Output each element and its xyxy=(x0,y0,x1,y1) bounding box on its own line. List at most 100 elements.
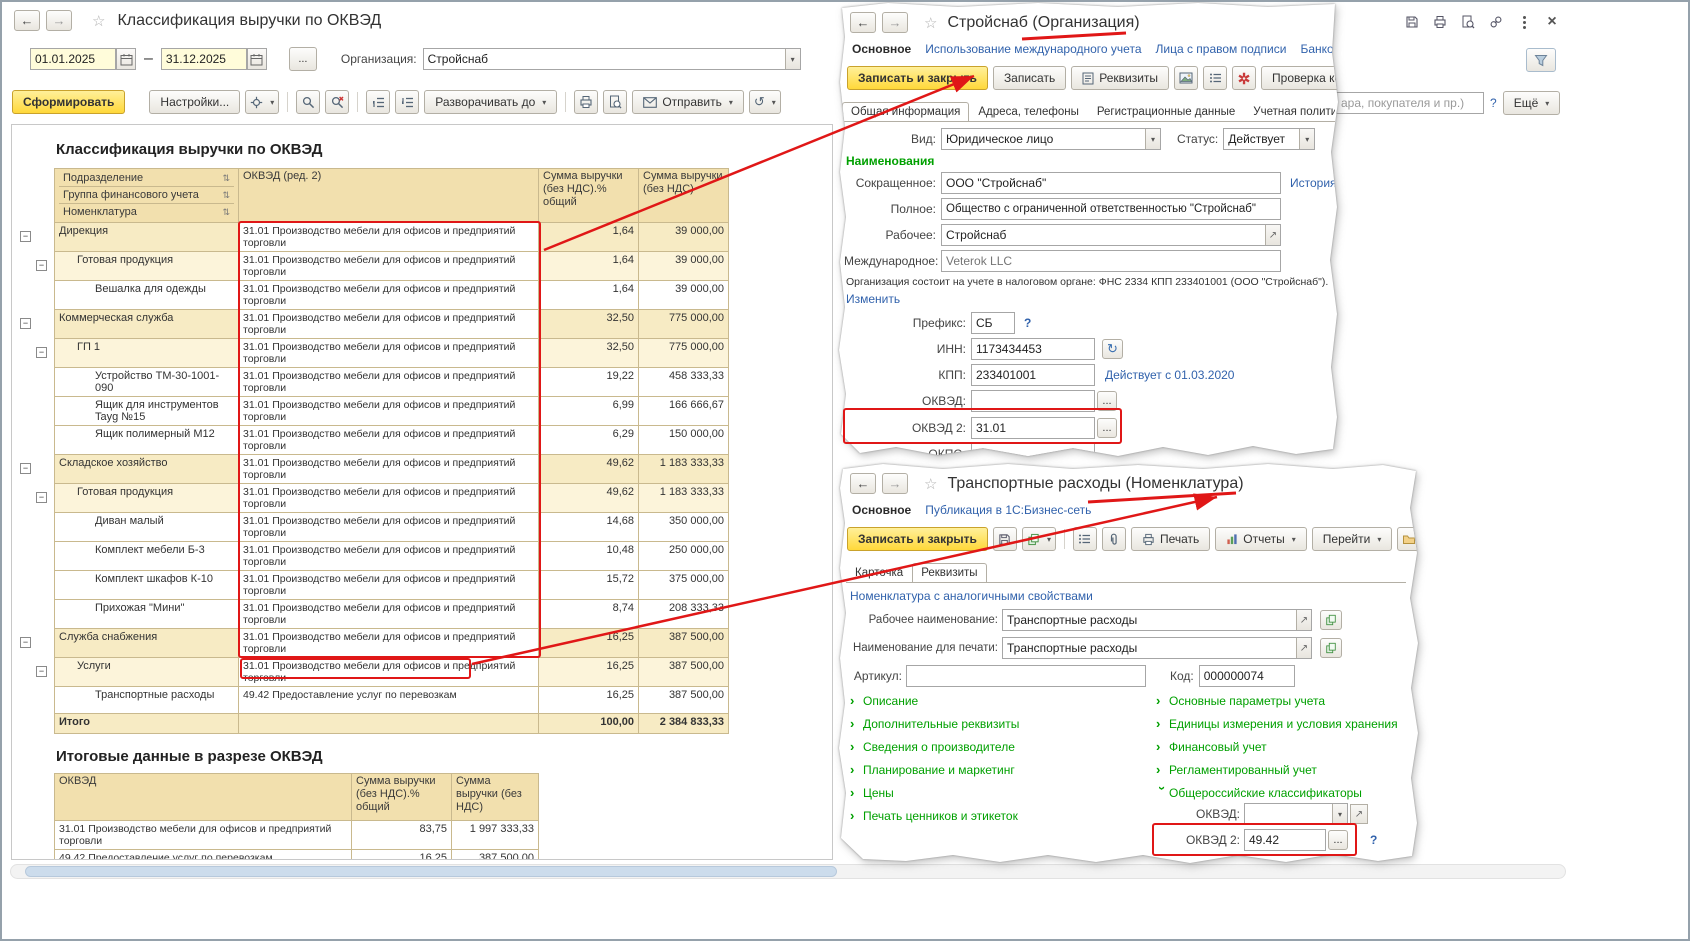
report-table-row[interactable]: Итого100,002 384 833,33 xyxy=(16,714,729,734)
section-toggle[interactable]: ›Дополнительные реквизиты xyxy=(850,712,1019,735)
report-table-row[interactable]: Устройство ТМ-30-1001-09031.01 Производс… xyxy=(16,368,729,397)
section-toggle[interactable]: ›Основные параметры учета xyxy=(1156,689,1398,712)
date-to-input[interactable] xyxy=(161,48,247,70)
more-menu-icon[interactable] xyxy=(1512,12,1536,32)
period-options-button[interactable]: ... xyxy=(289,47,317,71)
expand-to-button[interactable]: Разворачивать до▾ xyxy=(424,90,557,114)
org-nav-link[interactable]: Использование международного учета xyxy=(925,42,1141,56)
nom-code-field[interactable] xyxy=(1199,665,1295,687)
link-icon[interactable] xyxy=(1484,12,1508,32)
org-tab[interactable]: Общая информация xyxy=(842,102,969,122)
nom-list-icon-button[interactable] xyxy=(1073,527,1097,551)
sort-icon[interactable]: ⇅ xyxy=(222,189,230,202)
section-toggle[interactable]: ›Печать ценников и этикеток xyxy=(850,804,1019,827)
nom-print-name-field[interactable] xyxy=(1002,637,1312,659)
search-cancel-icon-button[interactable] xyxy=(325,90,349,114)
favorite-star-icon[interactable]: ☆ xyxy=(92,12,105,30)
nom-nav-link[interactable]: Публикация в 1С:Бизнес-сеть xyxy=(925,503,1091,517)
nom-work-name-field[interactable] xyxy=(1002,609,1312,631)
org-list-icon-button[interactable] xyxy=(1203,66,1227,90)
nom-similar-link[interactable]: Номенклатура с аналогичными свойствами xyxy=(850,589,1093,603)
collapse-icon[interactable]: − xyxy=(20,463,31,474)
nom-tab[interactable]: Карточка xyxy=(846,563,912,582)
print-icon[interactable] xyxy=(1428,12,1452,32)
open-icon[interactable]: ↗ xyxy=(1350,804,1368,824)
back-button[interactable]: ← xyxy=(14,10,40,31)
org-status-combobox[interactable]: ▾ xyxy=(1223,128,1315,150)
org-inn-field[interactable] xyxy=(971,338,1095,360)
org-requisites-button[interactable]: Реквизиты xyxy=(1071,66,1169,90)
org-full-name-field[interactable] xyxy=(941,198,1281,220)
collapse-icon[interactable]: − xyxy=(36,666,47,677)
chevron-down-icon[interactable]: ▾ xyxy=(785,49,800,69)
org-kpp-field[interactable] xyxy=(971,364,1095,386)
nom-goto-button[interactable]: Перейти▾ xyxy=(1312,527,1393,551)
repeat-report-button[interactable]: ↺▾ xyxy=(749,90,781,114)
open-icon[interactable]: ↗ xyxy=(1296,610,1311,630)
totals-table-row[interactable]: 49.42 Предоставление услуг по перевозкам… xyxy=(54,850,539,860)
report-table-row[interactable]: Транспортные расходы49.42 Предоставление… xyxy=(16,687,729,714)
report-table-row[interactable]: −Служба снабжения31.01 Производство мебе… xyxy=(16,629,729,658)
org-intl-name-field[interactable] xyxy=(941,250,1281,272)
covered-search-input[interactable] xyxy=(1336,92,1484,114)
date-to-calendar-icon[interactable] xyxy=(247,48,267,70)
report-table-row[interactable]: −Дирекция31.01 Производство мебели для о… xyxy=(16,223,729,252)
org-forward-button[interactable]: → xyxy=(882,12,908,33)
report-table-row[interactable]: −Услуги31.01 Производство мебели для офи… xyxy=(16,658,729,687)
nom-okved2-choose-button[interactable]: ... xyxy=(1328,830,1348,850)
org-files-icon-button[interactable] xyxy=(1174,66,1198,90)
nom-favorite-star-icon[interactable]: ☆ xyxy=(924,475,937,493)
sort-icon[interactable]: ⇅ xyxy=(222,172,230,185)
date-from-calendar-icon[interactable] xyxy=(116,48,136,70)
collapse-groups-icon-button[interactable] xyxy=(366,90,390,114)
org-back-button[interactable]: ← xyxy=(850,12,876,33)
org-1spark-icon-button[interactable]: ✲ xyxy=(1232,66,1256,90)
nom-tab[interactable]: Реквизиты xyxy=(912,563,986,583)
report-table-row[interactable]: Ящик полимерный М1231.01 Производство ме… xyxy=(16,426,729,455)
report-table-row[interactable]: Диван малый31.01 Производство мебели для… xyxy=(16,513,729,542)
org-tab[interactable]: Адреса, телефоны xyxy=(969,102,1087,121)
save-icon[interactable] xyxy=(1400,12,1424,32)
nom-okved-combobox[interactable]: ▾ xyxy=(1244,803,1348,825)
scrollbar-thumb[interactable] xyxy=(25,866,837,877)
report-table-row[interactable]: Прихожая "Мини"31.01 Производство мебели… xyxy=(16,600,729,629)
filter-icon-button[interactable] xyxy=(1526,48,1556,72)
section-toggle[interactable]: ›Финансовый учет xyxy=(1156,735,1398,758)
forward-button[interactable]: → xyxy=(46,10,72,31)
org-prefix-help-link[interactable]: ? xyxy=(1024,316,1031,330)
report-table-row[interactable]: −Складское хозяйство31.01 Производство м… xyxy=(16,455,729,484)
org-nav-link[interactable]: Банковские счета о xyxy=(1300,42,1338,56)
nom-nav-current[interactable]: Основное xyxy=(852,503,911,517)
report-table-row[interactable]: −Готовая продукция31.01 Производство меб… xyxy=(16,252,729,281)
collapse-icon[interactable]: − xyxy=(36,347,47,358)
report-table-row[interactable]: Комплект мебели Б-331.01 Производство ме… xyxy=(16,542,729,571)
collapse-icon[interactable]: − xyxy=(20,637,31,648)
open-icon[interactable]: ↗ xyxy=(1296,638,1311,658)
nom-save-close-button[interactable]: Записать и закрыть xyxy=(847,527,988,551)
report-table-row[interactable]: −Коммерческая служба31.01 Производство м… xyxy=(16,310,729,339)
report-table-row[interactable]: −Готовая продукция31.01 Производство меб… xyxy=(16,484,729,513)
org-okved-choose-button[interactable]: ... xyxy=(1097,391,1117,411)
collapse-icon[interactable]: − xyxy=(36,260,47,271)
org-inn-refresh-icon-button[interactable]: ↻ xyxy=(1102,339,1123,359)
nom-forward-button[interactable]: → xyxy=(882,473,908,494)
chevron-down-icon[interactable]: ▾ xyxy=(1145,129,1160,149)
settings-button[interactable]: Настройки... xyxy=(149,90,240,114)
org-working-name-field[interactable] xyxy=(941,224,1281,246)
section-toggle[interactable]: ›Сведения о производителе xyxy=(850,735,1019,758)
send-button[interactable]: Отправить▾ xyxy=(632,90,744,114)
nom-article-field[interactable] xyxy=(906,665,1146,687)
org-kpp-valid-link[interactable]: Действует с 01.03.2020 xyxy=(1105,368,1234,382)
open-icon[interactable]: ↗ xyxy=(1265,225,1280,245)
report-table-row[interactable]: Вешалка для одежды31.01 Производство меб… xyxy=(16,281,729,310)
org-okpo-field[interactable] xyxy=(971,443,1095,460)
section-toggle[interactable]: ›Общероссийские классификаторы xyxy=(1156,781,1398,804)
section-toggle[interactable]: ›Описание xyxy=(850,689,1019,712)
chevron-down-icon[interactable]: ▾ xyxy=(1299,129,1314,149)
expand-groups-icon-button[interactable] xyxy=(395,90,419,114)
chevron-down-icon[interactable]: ▾ xyxy=(1332,804,1347,824)
nom-print-button[interactable]: Печать xyxy=(1131,527,1210,551)
section-toggle[interactable]: ›Цены xyxy=(850,781,1019,804)
org-okved2-choose-button[interactable]: ... xyxy=(1097,418,1117,438)
org-save-button[interactable]: Записать xyxy=(993,66,1066,90)
